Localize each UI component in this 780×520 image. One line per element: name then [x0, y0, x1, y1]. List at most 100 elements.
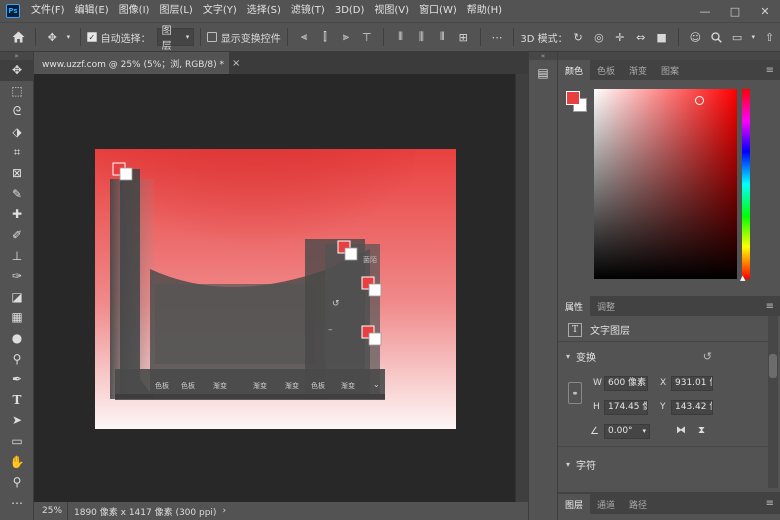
rectangle-tool-icon[interactable]: ▭ — [0, 431, 34, 452]
distribute-spacing-icon[interactable]: ⊞ — [455, 28, 472, 46]
panel-menu-icon[interactable]: ≡ — [766, 498, 774, 509]
menu-image[interactable]: 图像(I) — [114, 0, 155, 22]
character-section-header[interactable]: ▾ 字符 — [558, 454, 768, 474]
distribute-center-icon[interactable]: ⫼ — [413, 28, 430, 46]
tab-swatches[interactable]: 色板 — [590, 60, 622, 80]
hue-slider[interactable] — [742, 89, 750, 279]
close-icon[interactable]: × — [232, 58, 240, 69]
transform-section-header[interactable]: ▾ 变换 ↺ — [558, 346, 768, 366]
color-saturation-field[interactable] — [594, 89, 737, 279]
history-brush-tool-icon[interactable]: ✑ — [0, 266, 34, 287]
menu-layer[interactable]: 图层(L) — [154, 0, 197, 22]
3d-pan-icon[interactable]: ✛ — [611, 28, 628, 46]
eyedropper-tool-icon[interactable]: ✎ — [0, 184, 34, 205]
gradient-tool-icon[interactable]: ▦ — [0, 307, 34, 328]
lasso-tool-icon[interactable]: ᘓ — [0, 101, 34, 122]
pen-tool-icon[interactable]: ✒ — [0, 369, 34, 390]
menu-type[interactable]: 文字(Y) — [198, 0, 242, 22]
brush-tool-icon[interactable]: ✐ — [0, 225, 34, 246]
color-picker-cursor[interactable] — [695, 96, 704, 105]
properties-scrollbar[interactable] — [768, 316, 778, 488]
type-tool-icon[interactable]: T — [0, 390, 34, 411]
hand-tool-icon[interactable]: ✋ — [0, 451, 34, 472]
tab-properties[interactable]: 属性 — [558, 296, 591, 316]
user-icon[interactable]: ☺ — [687, 28, 704, 46]
search-icon[interactable] — [708, 28, 725, 46]
align-top-icon[interactable]: ⊤ — [358, 28, 375, 46]
document-tab[interactable]: www.uzzf.com @ 25% (5%；浏, RGB/8) * × — [34, 52, 240, 74]
reset-transform-icon[interactable]: ↺ — [703, 350, 712, 363]
close-button[interactable]: ✕ — [750, 0, 780, 22]
canvas-vertical-scrollbar[interactable] — [515, 74, 528, 502]
auto-select-checkbox[interactable]: ✓ — [87, 32, 97, 42]
align-left-icon[interactable]: ⫷ — [296, 28, 313, 46]
maximize-button[interactable]: □ — [720, 0, 750, 22]
zoom-tool-icon[interactable]: ⚲ — [0, 472, 34, 493]
history-panel-icon[interactable]: ▤ — [529, 60, 557, 86]
foreground-color-swatch[interactable] — [566, 91, 580, 105]
angle-field[interactable]: 0.00° ▾ — [604, 424, 650, 439]
panel-menu-icon[interactable]: ≡ — [766, 301, 774, 312]
zoom-level[interactable]: 25% — [34, 502, 68, 520]
menu-filter[interactable]: 滤镜(T) — [286, 0, 330, 22]
3d-orbit-icon[interactable]: ↻ — [570, 28, 587, 46]
chevron-down-icon[interactable]: ▾ — [65, 28, 73, 46]
auto-select-target-dropdown[interactable]: 图层 ▾ — [156, 26, 195, 52]
menu-file[interactable]: 文件(F) — [26, 0, 70, 22]
align-center-h-icon[interactable]: ⫿ — [317, 28, 334, 46]
menu-window[interactable]: 窗口(W) — [414, 0, 462, 22]
flip-horizontal-icon[interactable]: ⧓ — [676, 425, 686, 436]
x-position-field[interactable]: 931.01 像素 — [671, 376, 713, 391]
y-position-field[interactable]: 143.42 像素 — [671, 400, 713, 415]
tab-gradients[interactable]: 渐变 — [622, 60, 654, 80]
menu-view[interactable]: 视图(V) — [369, 0, 414, 22]
show-transform-checkbox[interactable] — [207, 32, 217, 42]
menu-help[interactable]: 帮助(H) — [462, 0, 507, 22]
chevron-down-icon[interactable]: ▾ — [750, 28, 758, 46]
menu-select[interactable]: 选择(S) — [242, 0, 286, 22]
hue-slider-pointer[interactable]: ▲ — [740, 274, 745, 282]
tab-paths[interactable]: 路径 — [622, 494, 654, 514]
more-tools-icon[interactable]: ⋯ — [0, 492, 34, 513]
panel-collapse-handle[interactable] — [558, 52, 780, 60]
distribute-right-icon[interactable]: ⦀ — [434, 28, 451, 46]
3d-camera-icon[interactable]: ■ — [653, 28, 670, 46]
tab-layers[interactable]: 图层 — [558, 494, 591, 514]
menu-edit[interactable]: 编辑(E) — [70, 0, 114, 22]
minimize-button[interactable]: — — [690, 0, 720, 22]
path-select-tool-icon[interactable]: ➤ — [0, 410, 34, 431]
height-field[interactable]: 174.45 像素 — [604, 400, 648, 415]
home-icon[interactable] — [10, 28, 27, 46]
clone-stamp-tool-icon[interactable]: ⊥ — [0, 245, 34, 266]
dodge-tool-icon[interactable]: ⚲ — [0, 348, 34, 369]
eraser-tool-icon[interactable]: ◪ — [0, 287, 34, 308]
more-options-icon[interactable]: ⋯ — [489, 28, 506, 46]
scrollbar-thumb[interactable] — [769, 354, 777, 378]
panel-menu-icon[interactable]: ≡ — [766, 65, 774, 76]
width-field[interactable]: 600 像素 — [604, 376, 648, 391]
menu-3d[interactable]: 3D(D) — [330, 0, 370, 22]
workspace-icon[interactable]: ▭ — [729, 28, 746, 46]
quick-select-tool-icon[interactable]: ⬗ — [0, 122, 34, 143]
healing-brush-tool-icon[interactable]: ✚ — [0, 204, 34, 225]
3d-roll-icon[interactable]: ◎ — [590, 28, 607, 46]
marquee-tool-icon[interactable]: ⬚ — [0, 81, 34, 102]
blur-tool-icon[interactable]: ● — [0, 328, 34, 349]
tab-channels[interactable]: 通道 — [590, 494, 622, 514]
move-tool-icon[interactable]: ✥ — [0, 60, 34, 81]
panel-collapse-handle[interactable]: « — [529, 52, 557, 60]
flip-vertical-icon[interactable]: ⧗ — [698, 425, 705, 436]
link-icon[interactable]: ⚭ — [568, 382, 582, 404]
crop-tool-icon[interactable]: ⌗ — [0, 142, 34, 163]
document-canvas[interactable]: ↺ – ⌄ 色板 色板 渐变 渐变 渐变 色板 渐变 菌陌 — [95, 149, 456, 429]
3d-slide-icon[interactable]: ⇔ — [632, 28, 649, 46]
tab-patterns[interactable]: 图案 — [654, 60, 686, 80]
share-icon[interactable]: ⇧ — [761, 28, 778, 46]
panel-collapse-handle[interactable]: » — [0, 52, 33, 60]
move-tool-icon[interactable]: ✥ — [44, 28, 61, 46]
tab-adjustments[interactable]: 调整 — [590, 296, 622, 316]
status-menu-arrow[interactable]: › — [222, 506, 226, 516]
tab-color[interactable]: 颜色 — [558, 60, 591, 80]
distribute-left-icon[interactable]: ⦀ — [392, 28, 409, 46]
frame-tool-icon[interactable]: ⊠ — [0, 163, 34, 184]
